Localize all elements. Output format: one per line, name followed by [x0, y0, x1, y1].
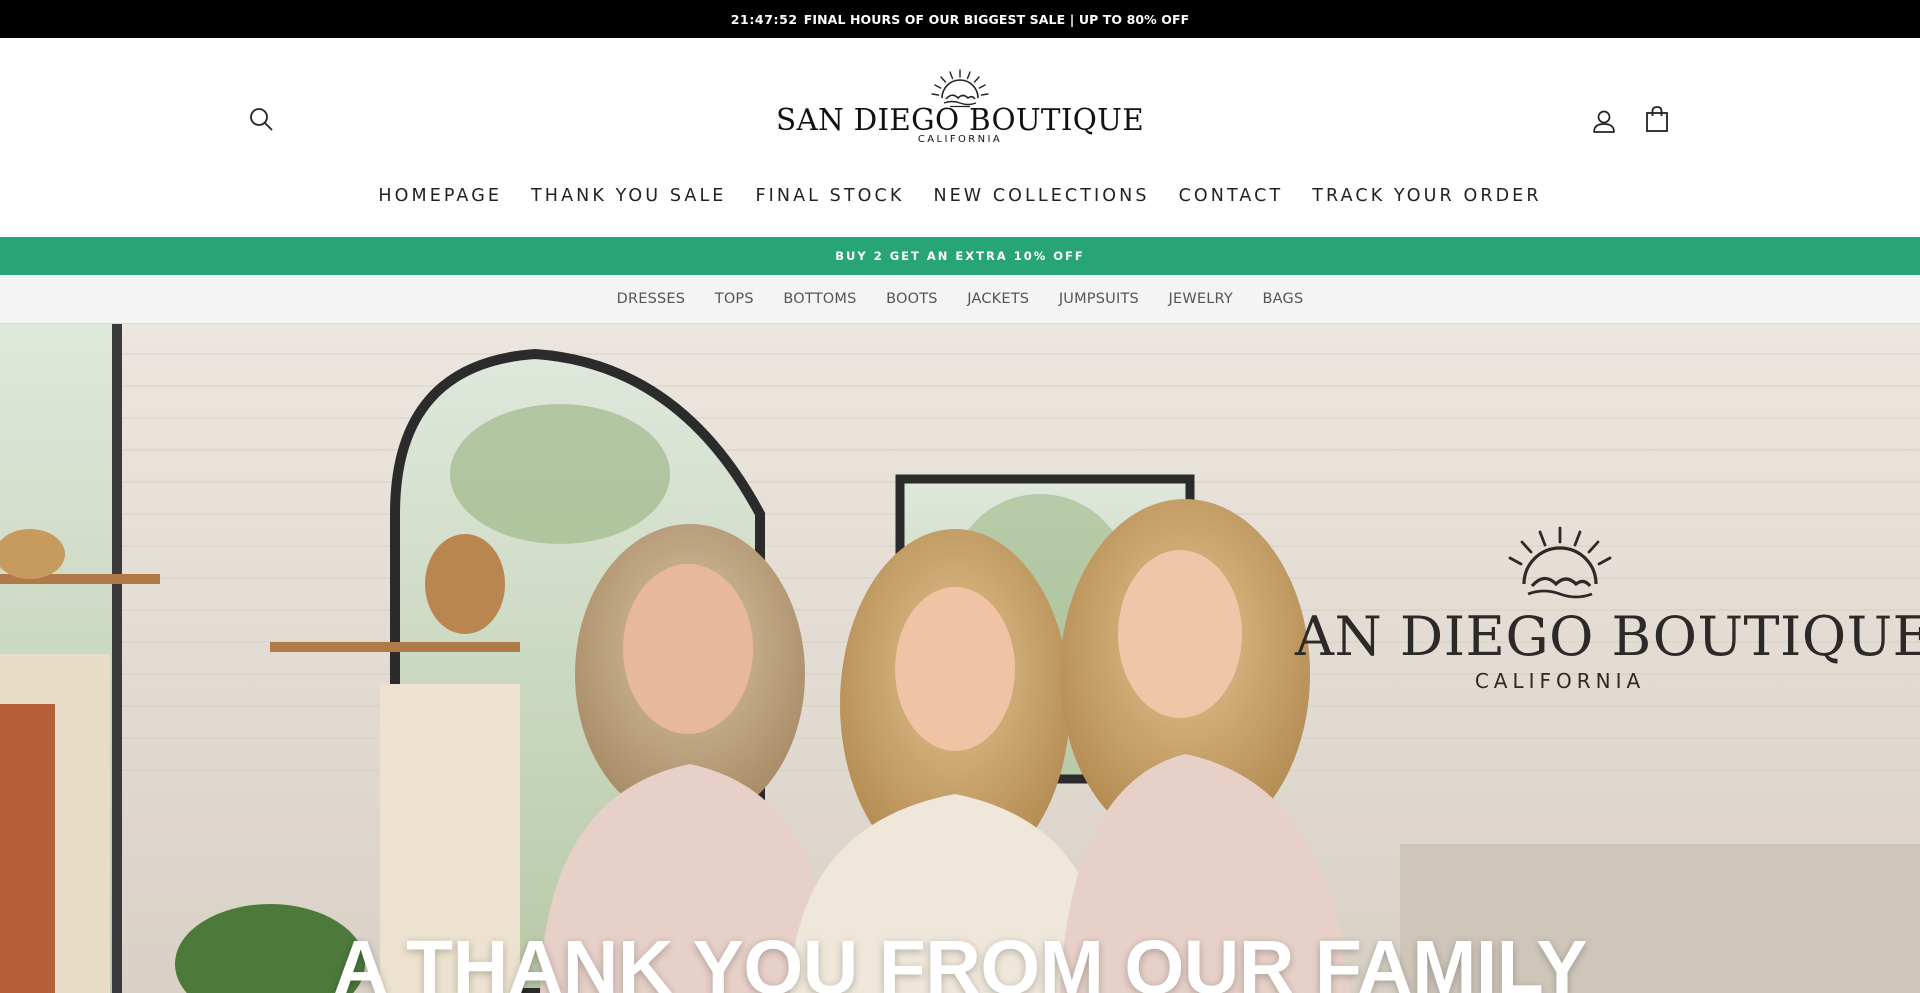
category-tops[interactable]: TOPS	[700, 291, 769, 307]
wall-sign-brand: AN DIEGO BOUTIQUE	[1295, 605, 1920, 668]
category-navigation: DRESSES TOPS BOTTOMS BOOTS JACKETS JUMPS…	[0, 275, 1920, 324]
hero-title: A THANK YOU FROM OUR FAMILY	[332, 925, 1588, 993]
countdown-timer: 21:47:52	[730, 11, 798, 27]
wall-sign-subtitle: CALIFORNIA	[1474, 669, 1646, 693]
account-button[interactable]	[1587, 104, 1621, 138]
shopping-bag-icon	[1646, 106, 1668, 132]
site-logo[interactable]: SAN DIEGO BOUTIQUE CALIFORNIA	[760, 68, 1160, 152]
category-bottoms[interactable]: BOTTOMS	[769, 291, 872, 307]
nav-track-your-order[interactable]: TRACK YOUR ORDER	[1298, 183, 1556, 209]
promo-bar: BUY 2 GET AN EXTRA 10% OFF	[0, 237, 1920, 275]
category-bags[interactable]: BAGS	[1248, 291, 1318, 307]
category-jewelry[interactable]: JEWELRY	[1154, 291, 1248, 307]
user-icon	[1593, 110, 1615, 133]
search-button[interactable]	[248, 104, 274, 134]
sun-wave-wall-icon	[1508, 526, 1612, 599]
promo-text: BUY 2 GET AN EXTRA 10% OFF	[835, 249, 1085, 263]
main-navigation: HOMEPAGE THANK YOU SALE FINAL STOCK NEW …	[0, 183, 1920, 209]
announcement-bar: 21:47:52 FINAL HOURS OF OUR BIGGEST SALE…	[0, 0, 1920, 38]
category-jumpsuits[interactable]: JUMPSUITS	[1044, 291, 1154, 307]
nav-homepage[interactable]: HOMEPAGE	[364, 183, 517, 209]
nav-new-collections[interactable]: NEW COLLECTIONS	[919, 183, 1164, 209]
category-boots[interactable]: BOOTS	[871, 291, 952, 307]
sun-wave-logo-icon	[931, 69, 989, 108]
hero-banner[interactable]: AN DIEGO BOUTIQUE CALIFORNIA A THANK YOU…	[0, 324, 1920, 993]
nav-contact[interactable]: CONTACT	[1164, 183, 1298, 209]
wall-sign: AN DIEGO BOUTIQUE CALIFORNIA	[1295, 524, 1920, 693]
site-header: SAN DIEGO BOUTIQUE CALIFORNIA HOMEPAGE T…	[0, 38, 1920, 237]
announcement-text: FINAL HOURS OF OUR BIGGEST SALE | UP TO …	[803, 11, 1190, 27]
category-jackets[interactable]: JACKETS	[952, 291, 1044, 307]
cart-button[interactable]	[1640, 102, 1674, 136]
nav-final-stock[interactable]: FINAL STOCK	[741, 183, 919, 209]
category-dresses[interactable]: DRESSES	[602, 291, 700, 307]
search-icon	[250, 108, 273, 131]
nav-thank-you-sale[interactable]: THANK YOU SALE	[517, 183, 741, 209]
logo-brand-text: SAN DIEGO BOUTIQUE	[776, 103, 1144, 138]
